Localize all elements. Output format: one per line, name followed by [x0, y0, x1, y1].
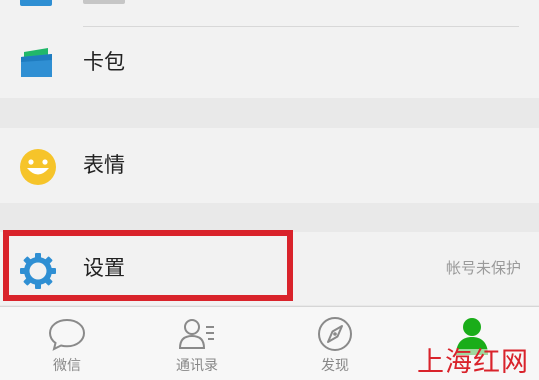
menu-item-label: 卡包 [83, 50, 125, 74]
tab-label: 通讯录 [176, 358, 218, 374]
wechat-me-screen: 卡包 表情 设置 帐号未保护 微信 通讯录 发现 上海红网 [0, 0, 539, 380]
menu-item-label: 设置 [83, 256, 125, 280]
chat-bubble-icon [47, 315, 87, 353]
tab-discover[interactable]: 发现 [268, 307, 402, 380]
menu-item-label: 表情 [83, 153, 125, 177]
partial-label [83, 0, 125, 4]
compass-icon [315, 315, 355, 353]
account-status-text: 帐号未保护 [445, 259, 521, 277]
menu-item-card-wallet[interactable]: 卡包 [0, 26, 539, 98]
smiley-face-icon [18, 147, 58, 187]
tab-label: 微信 [53, 358, 81, 374]
row-divider [83, 26, 519, 27]
menu-item-stickers[interactable]: 表情 [0, 128, 539, 203]
partial-blue-icon [20, 0, 52, 6]
menu-item-settings[interactable]: 设置 帐号未保护 [0, 232, 539, 305]
tab-chats[interactable]: 微信 [0, 307, 134, 380]
card-wallet-icon [18, 46, 58, 80]
gear-icon [18, 251, 58, 291]
menu-item-partial-top[interactable] [0, 0, 539, 26]
tab-label: 发现 [321, 358, 349, 374]
watermark-text: 上海红网 [417, 347, 529, 378]
contacts-icon [177, 315, 217, 353]
tab-contacts[interactable]: 通讯录 [130, 307, 264, 380]
